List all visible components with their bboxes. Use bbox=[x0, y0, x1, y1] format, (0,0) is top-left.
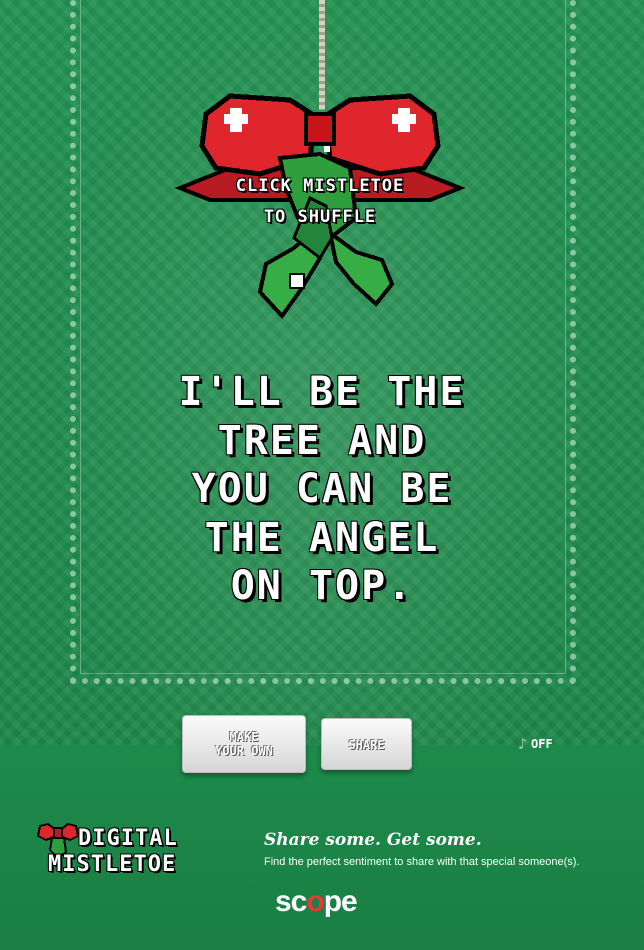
brand-text-o: o bbox=[306, 885, 324, 918]
sentiment-quote: I'LL BE THE TREE AND YOU CAN BE THE ANGE… bbox=[178, 369, 466, 609]
shuffle-instruction-line1: CLICK MISTLETOE bbox=[235, 176, 405, 196]
share-button[interactable]: SHARE bbox=[321, 718, 412, 770]
make-button-label-line1: MAKE bbox=[229, 730, 259, 744]
tagline-description: Find the perfect sentiment to share with… bbox=[264, 856, 580, 868]
music-note-icon: ♪ bbox=[518, 735, 528, 753]
logo-text-mistletoe: MISTLETOE bbox=[48, 852, 177, 877]
brand-text-start: sc bbox=[275, 885, 307, 918]
scope-logo-link[interactable]: scope bbox=[275, 885, 358, 919]
tagline: Share some. Get some. bbox=[264, 830, 482, 850]
sound-toggle[interactable]: ♪ OFF bbox=[518, 734, 553, 754]
brand-text-end: pe bbox=[323, 885, 358, 918]
make-button-label-line2: YOUR OWN bbox=[215, 744, 273, 758]
make-your-own-button[interactable]: MAKE YOUR OWN bbox=[182, 715, 306, 773]
sound-status-label: OFF bbox=[531, 737, 553, 751]
digital-mistletoe-logo: DIGITAL MISTLETOE bbox=[36, 820, 236, 884]
shuffle-instruction-line2: TO SHUFFLE bbox=[263, 207, 377, 227]
logo-text-digital: DIGITAL bbox=[78, 826, 178, 851]
